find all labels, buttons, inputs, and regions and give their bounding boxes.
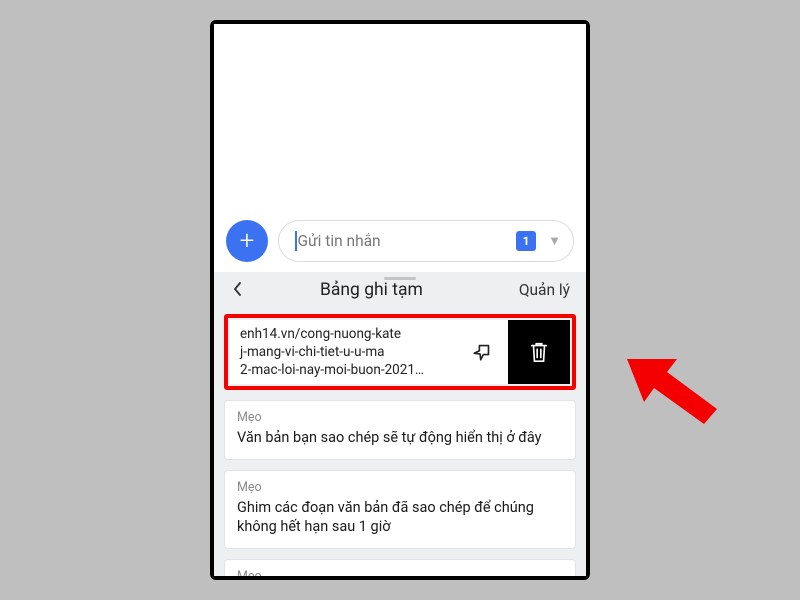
clip-text: enh14.vn/cong-nuong-kate j-mang-vi-chi-t… — [240, 325, 424, 380]
tip-text: Văn bản bạn sao chép sẽ tự động hiển thị… — [237, 428, 563, 448]
message-input[interactable]: Gửi tin nhắn 1 ▼ — [278, 220, 574, 262]
sim-badge[interactable]: 1 — [516, 231, 536, 251]
text-cursor — [295, 231, 297, 251]
clip-content[interactable]: enh14.vn/cong-nuong-kate j-mang-vi-chi-t… — [230, 320, 456, 384]
annotation-arrow — [622, 344, 722, 428]
plus-icon: + — [240, 226, 255, 256]
pin-button[interactable] — [456, 320, 508, 384]
arrow-icon — [622, 344, 722, 424]
highlighted-clip: enh14.vn/cong-nuong-kate j-mang-vi-chi-t… — [224, 314, 576, 390]
tip-text: Ghim các đoạn văn bản đã sao chép để chú… — [237, 498, 563, 537]
clipboard-panel: Bảng ghi tạm Quản lý enh14.vn/cong-nuong… — [214, 272, 586, 576]
tip-label: Mẹo — [237, 569, 563, 576]
tip-card[interactable]: Mẹo — [224, 559, 576, 576]
phone-frame: + Gửi tin nhắn 1 ▼ Bảng ghi tạm — [210, 20, 590, 580]
screen: + Gửi tin nhắn 1 ▼ Bảng ghi tạm — [214, 24, 586, 576]
trash-icon — [528, 340, 550, 364]
cards-list: enh14.vn/cong-nuong-kate j-mang-vi-chi-t… — [214, 308, 586, 576]
placeholder-text: Gửi tin nhắn — [298, 232, 381, 250]
delete-button[interactable] — [508, 320, 570, 384]
tip-label: Mẹo — [237, 480, 563, 495]
tip-label: Mẹo — [237, 410, 563, 425]
chevron-down-icon[interactable]: ▼ — [544, 229, 565, 253]
compose-row: + Gửi tin nhắn 1 ▼ — [214, 212, 586, 272]
panel-title: Bảng ghi tạm — [230, 280, 513, 300]
pin-icon — [471, 341, 493, 363]
add-button[interactable]: + — [226, 220, 268, 262]
tip-card[interactable]: Mẹo Văn bản bạn sao chép sẽ tự động hiển… — [224, 400, 576, 460]
message-placeholder: Gửi tin nhắn — [295, 231, 508, 251]
panel-header: Bảng ghi tạm Quản lý — [214, 272, 586, 308]
manage-button[interactable]: Quản lý — [513, 275, 576, 305]
tip-card[interactable]: Mẹo Ghim các đoạn văn bản đã sao chép để… — [224, 470, 576, 549]
drag-handle[interactable] — [384, 277, 416, 280]
message-area — [214, 24, 586, 212]
clip-row[interactable]: enh14.vn/cong-nuong-kate j-mang-vi-chi-t… — [230, 320, 570, 384]
